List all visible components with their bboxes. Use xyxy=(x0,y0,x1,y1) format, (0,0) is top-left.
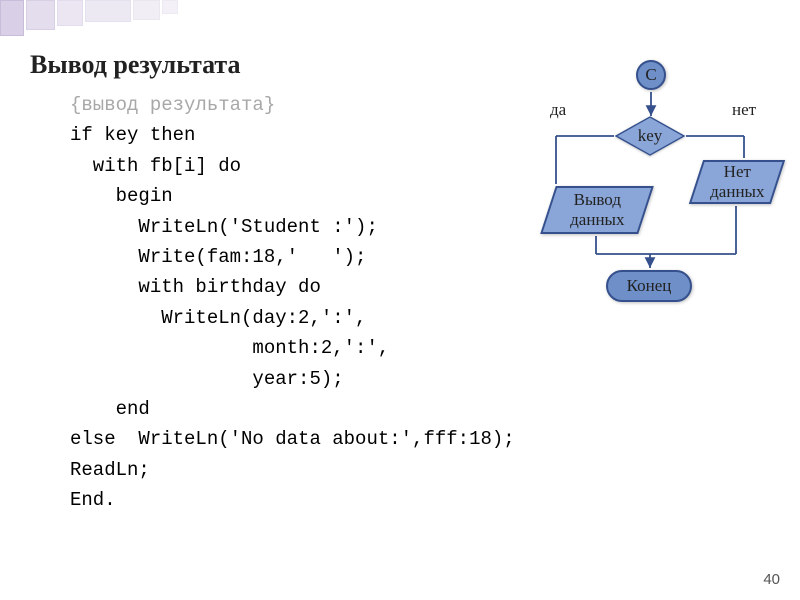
code-end: End. xyxy=(70,489,116,511)
flow-nodata-box: Нетданных xyxy=(689,160,785,204)
code-line: if key then xyxy=(70,124,195,146)
code-line: Write(fam:18,' '); xyxy=(70,246,366,268)
code-line: year:5); xyxy=(70,368,344,390)
flow-decision-label: key xyxy=(638,126,663,146)
flowchart: да нет С key Выводданных Нетданных Конец xyxy=(500,56,780,316)
page-number: 40 xyxy=(763,571,780,588)
slide-corner-decor xyxy=(0,0,180,36)
code-line: end xyxy=(70,398,150,420)
code-line: WriteLn(day:2,':', xyxy=(70,307,366,329)
code-line: else WriteLn('No data about:',fff:18); xyxy=(70,428,515,450)
code-line: WriteLn('Student :'); xyxy=(70,216,378,238)
code-line: {вывод результата} xyxy=(70,94,275,116)
slide-title: Вывод результата xyxy=(30,50,241,80)
flow-nodata-label: Нетданных xyxy=(710,162,764,201)
code-line: ReadLn; xyxy=(70,459,150,481)
flow-output-box: Выводданных xyxy=(540,186,654,234)
code-line: month:2,':', xyxy=(70,337,389,359)
flow-connector: С xyxy=(636,60,666,90)
code-listing: {вывод результата} if key then with fb[i… xyxy=(70,90,515,515)
code-line: with birthday do xyxy=(70,276,321,298)
flow-label-no: нет xyxy=(732,100,756,120)
code-line: with fb[i] do xyxy=(70,155,241,177)
code-line: begin xyxy=(70,185,173,207)
flow-output-label: Выводданных xyxy=(570,190,624,229)
flow-label-yes: да xyxy=(550,100,566,120)
flow-terminator: Конец xyxy=(606,270,692,302)
flow-connector-label: С xyxy=(645,65,656,85)
flow-decision: key xyxy=(614,116,686,156)
flow-end-label: Конец xyxy=(627,276,672,296)
